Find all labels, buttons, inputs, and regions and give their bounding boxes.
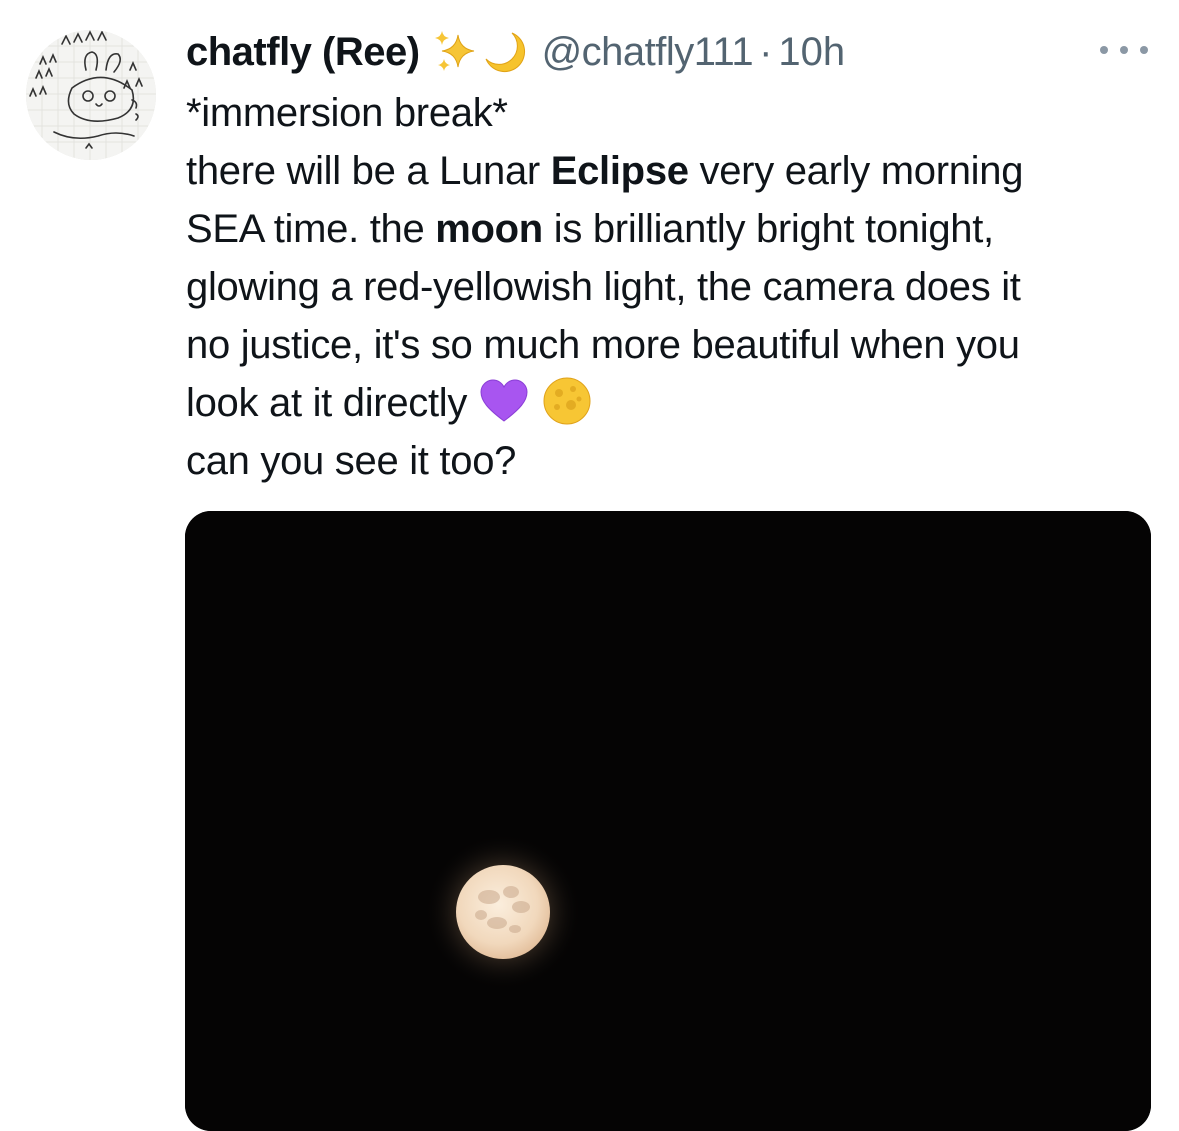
tweet-text-line: there will be a Lunar Eclipse very early… — [186, 142, 1161, 200]
avatar-doodle-icon — [26, 30, 156, 160]
text-segment: very early morning — [688, 149, 1024, 193]
text-segment: SEA time. the — [186, 207, 436, 251]
ellipsis-icon — [1100, 46, 1108, 54]
moon — [456, 865, 550, 959]
display-name[interactable]: chatfly (Ree) — [186, 30, 420, 75]
separator-dot: · — [759, 29, 773, 74]
highlighted-keyword: moon — [435, 207, 543, 251]
tweet-photo[interactable] — [185, 511, 1151, 1131]
ellipsis-icon — [1140, 46, 1148, 54]
text-segment: *immersion break* — [186, 91, 508, 135]
full-moon-photo — [185, 511, 1151, 1131]
ellipsis-icon — [1120, 46, 1128, 54]
tweet-text-line: no justice, it's so much more beautiful … — [186, 316, 1161, 374]
text-segment: there will be a Lunar — [186, 149, 551, 193]
name-emoji-group — [432, 29, 528, 75]
text-segment: look at it directly — [186, 381, 468, 425]
tweet-text-line: can you see it too? — [186, 432, 1161, 490]
text-segment: glowing a red-yellowish light, the camer… — [186, 265, 1021, 309]
highlighted-keyword: Eclipse — [550, 149, 689, 193]
purple-heart-icon — [480, 379, 528, 423]
text-segment: is brilliantly bright tonight, — [542, 207, 994, 251]
tweet-header: chatfly (Ree) @chatfly111 · 10h — [186, 22, 845, 82]
text-segment: no justice, it's so much more beautiful … — [186, 323, 1020, 367]
sparkles-icon — [434, 31, 474, 71]
full-moon-icon — [543, 377, 591, 425]
more-options-button[interactable] — [1100, 38, 1148, 62]
text-segment: can you see it too? — [186, 439, 517, 483]
tweet-text-line: look at it directly — [186, 374, 1161, 432]
tweet-text-line: *immersion break* — [186, 84, 1161, 142]
timestamp[interactable]: 10h — [778, 30, 845, 75]
avatar[interactable] — [26, 30, 156, 160]
author-handle[interactable]: @chatfly111 — [542, 30, 754, 75]
tweet-text-line: SEA time. the moon is brilliantly bright… — [186, 200, 1161, 258]
tweet-text: *immersion break* there will be a Lunar … — [186, 84, 1161, 490]
tweet-text-line: glowing a red-yellowish light, the camer… — [186, 258, 1161, 316]
tweet[interactable]: chatfly (Ree) @chatfly111 · 10h *immersi… — [0, 0, 1179, 1131]
crescent-moon-icon — [485, 32, 525, 73]
